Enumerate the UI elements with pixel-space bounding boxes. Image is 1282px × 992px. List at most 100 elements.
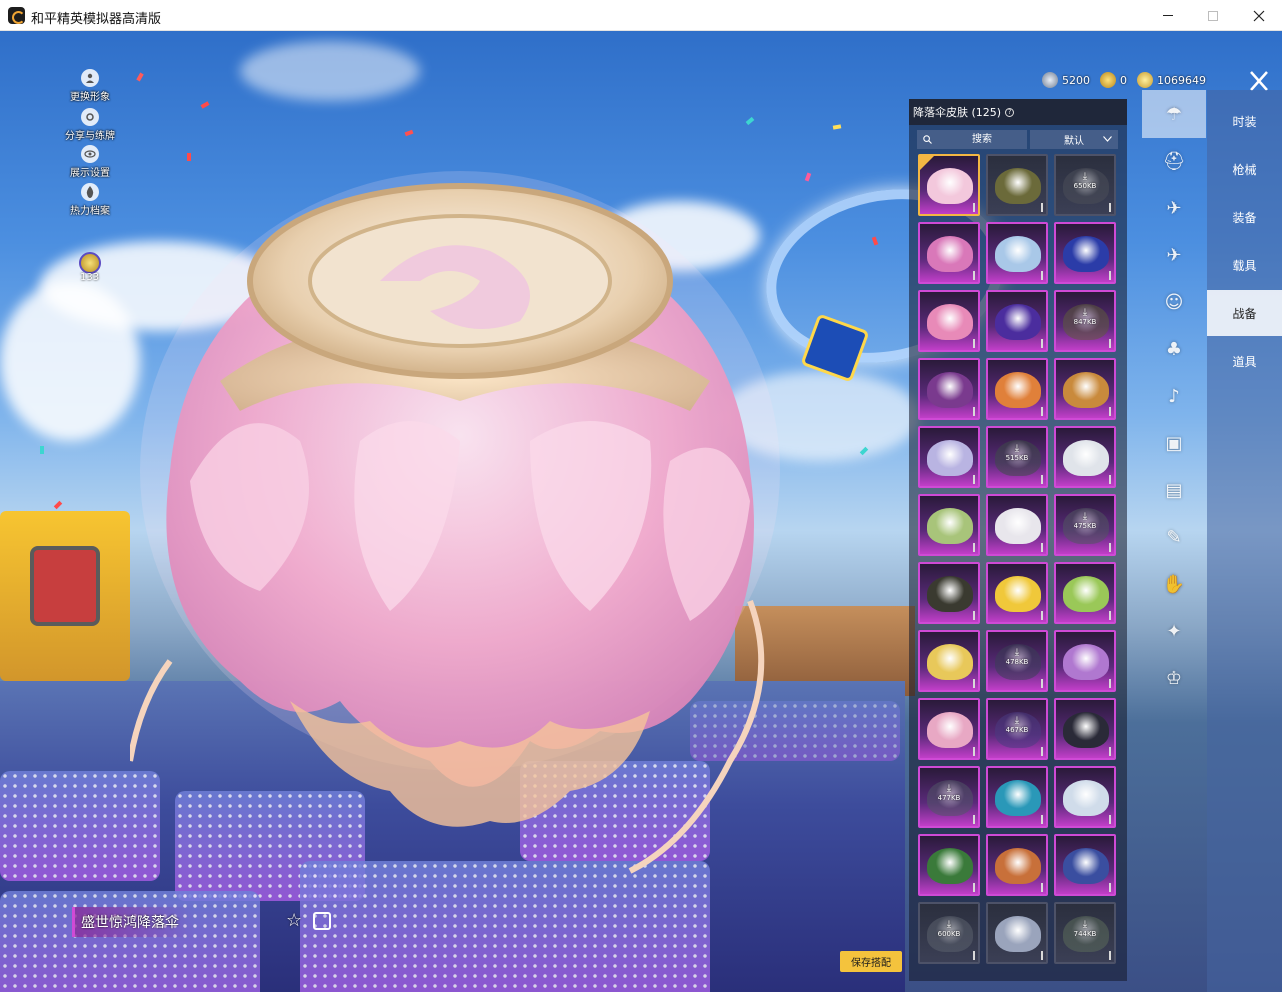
skin-item[interactable]: ⤓ 477KB — [918, 766, 980, 828]
icon-tab[interactable]: ♔ — [1142, 654, 1206, 702]
parachute-skin-model — [130, 171, 780, 874]
skin-item[interactable] — [986, 358, 1048, 420]
skin-item[interactable] — [1054, 358, 1116, 420]
parachute-thumbnail — [927, 168, 973, 204]
item-marker — [1041, 543, 1043, 552]
level-badge[interactable]: 133 — [70, 252, 110, 283]
item-marker — [1041, 339, 1043, 348]
skin-item[interactable] — [918, 698, 980, 760]
skin-item[interactable] — [918, 630, 980, 692]
skin-item[interactable] — [918, 154, 980, 216]
a-coin-value: 0 — [1120, 73, 1127, 87]
icon-tab[interactable]: ▣ — [1142, 419, 1206, 467]
skin-item[interactable] — [918, 494, 980, 556]
skin-item[interactable] — [1054, 834, 1116, 896]
skin-item[interactable] — [1054, 698, 1116, 760]
skin-item[interactable] — [986, 766, 1048, 828]
share-button[interactable]: 分享与练牌 — [50, 108, 130, 142]
parachute-thumbnail — [995, 304, 1041, 340]
parachute-thumbnail — [995, 168, 1041, 204]
minimize-button[interactable] — [1145, 0, 1191, 31]
download-size: ⤓ 475KB — [1056, 512, 1114, 531]
gallery-tab-icon: ▤ — [1165, 479, 1183, 501]
window-close-button[interactable] — [1236, 0, 1282, 31]
category-tab[interactable]: 战备 — [1207, 290, 1282, 336]
confetti — [40, 446, 44, 454]
panel-header: 降落伞皮肤 (125) ? — [909, 99, 1127, 125]
skin-item[interactable]: ⤓ 475KB — [1054, 494, 1116, 556]
skin-item[interactable] — [918, 358, 980, 420]
heat-profile-button[interactable]: 热力档案 — [50, 183, 130, 217]
skin-item[interactable]: ⤓ 600KB — [918, 902, 980, 964]
icon-tab[interactable]: ✎ — [1142, 513, 1206, 561]
parachute-thumbnail — [1063, 440, 1109, 476]
skin-item[interactable] — [1054, 222, 1116, 284]
icon-tab[interactable]: ⛑ — [1142, 137, 1206, 185]
icon-tab[interactable]: ✦ — [1142, 607, 1206, 655]
skin-item[interactable]: ⤓ 467KB — [986, 698, 1048, 760]
download-size: ⤓ 467KB — [988, 716, 1046, 735]
category-tab[interactable]: 道具 — [1207, 338, 1282, 384]
currency-bar: 5200 0 1069649 — [1042, 71, 1212, 89]
icon-tab[interactable]: ✋ — [1142, 560, 1206, 608]
category-tab[interactable]: 枪械 — [1207, 146, 1282, 192]
category-tab[interactable]: 装备 — [1207, 194, 1282, 240]
backpack-skin-tab-icon: ⛑ — [1162, 150, 1186, 172]
search-icon — [923, 135, 932, 144]
display-settings-button[interactable]: 展示设置 — [50, 145, 130, 179]
item-marker — [1109, 543, 1111, 552]
skin-item[interactable] — [986, 902, 1048, 964]
skin-item[interactable]: ⤓ 515KB — [986, 426, 1048, 488]
skin-item[interactable] — [1054, 426, 1116, 488]
skin-item[interactable] — [918, 834, 980, 896]
skin-item[interactable]: ⤓ 744KB — [1054, 902, 1116, 964]
change-avatar-button[interactable]: 更换形象 — [50, 69, 130, 103]
skin-item[interactable] — [1054, 766, 1116, 828]
skin-item[interactable] — [986, 154, 1048, 216]
item-marker — [973, 679, 975, 688]
skin-item[interactable]: ⤓ 650KB — [1054, 154, 1116, 216]
category-tab[interactable]: 时装 — [1207, 98, 1282, 144]
icon-tab[interactable]: ♪ — [1142, 372, 1206, 420]
maximize-button[interactable] — [1190, 0, 1236, 31]
confetti — [832, 124, 842, 130]
skin-item[interactable]: ⤓ 478KB — [986, 630, 1048, 692]
icon-tab[interactable]: ✈ — [1142, 231, 1206, 279]
skin-item[interactable] — [918, 290, 980, 352]
search-box[interactable] — [917, 130, 1027, 149]
item-marker — [1041, 611, 1043, 620]
search-input[interactable] — [939, 130, 1025, 149]
skin-item[interactable] — [918, 562, 980, 624]
icon-tab[interactable]: ☂ — [1142, 90, 1206, 138]
item-marker — [1041, 203, 1043, 212]
skin-item[interactable] — [918, 222, 980, 284]
icon-tab[interactable]: ▤ — [1142, 466, 1206, 514]
skin-item[interactable] — [986, 494, 1048, 556]
item-marker — [1109, 475, 1111, 484]
sound-tab-icon: ♪ — [1168, 385, 1180, 407]
skin-item[interactable] — [918, 426, 980, 488]
icon-tab[interactable]: ✈ — [1142, 184, 1206, 232]
item-marker — [1041, 475, 1043, 484]
icon-tab[interactable]: ☺ — [1142, 278, 1206, 326]
selected-item-name: 盛世惊鸿降落伞 — [72, 907, 194, 937]
item-marker — [1109, 815, 1111, 824]
download-size-label: 475KB — [1073, 522, 1097, 530]
sort-dropdown[interactable]: 默认 — [1030, 130, 1118, 149]
icon-tab[interactable]: ♣ — [1142, 325, 1206, 373]
skin-item[interactable] — [986, 290, 1048, 352]
category-tab[interactable]: 载具 — [1207, 242, 1282, 288]
skin-item[interactable] — [986, 562, 1048, 624]
skin-item[interactable] — [986, 222, 1048, 284]
category-tab-label: 战备 — [1232, 306, 1257, 321]
skin-item[interactable] — [986, 834, 1048, 896]
download-size-label: 650KB — [1073, 182, 1097, 190]
favorite-star-icon[interactable]: ☆ — [286, 911, 306, 931]
share-item-icon[interactable] — [313, 912, 331, 930]
skin-item[interactable] — [1054, 562, 1116, 624]
help-icon[interactable]: ? — [1005, 107, 1015, 117]
download-size: ⤓ 478KB — [988, 648, 1046, 667]
skin-item[interactable]: ⤓ 847KB — [1054, 290, 1116, 352]
save-outfit-button[interactable]: 保存搭配 — [840, 951, 902, 972]
skin-item[interactable] — [1054, 630, 1116, 692]
